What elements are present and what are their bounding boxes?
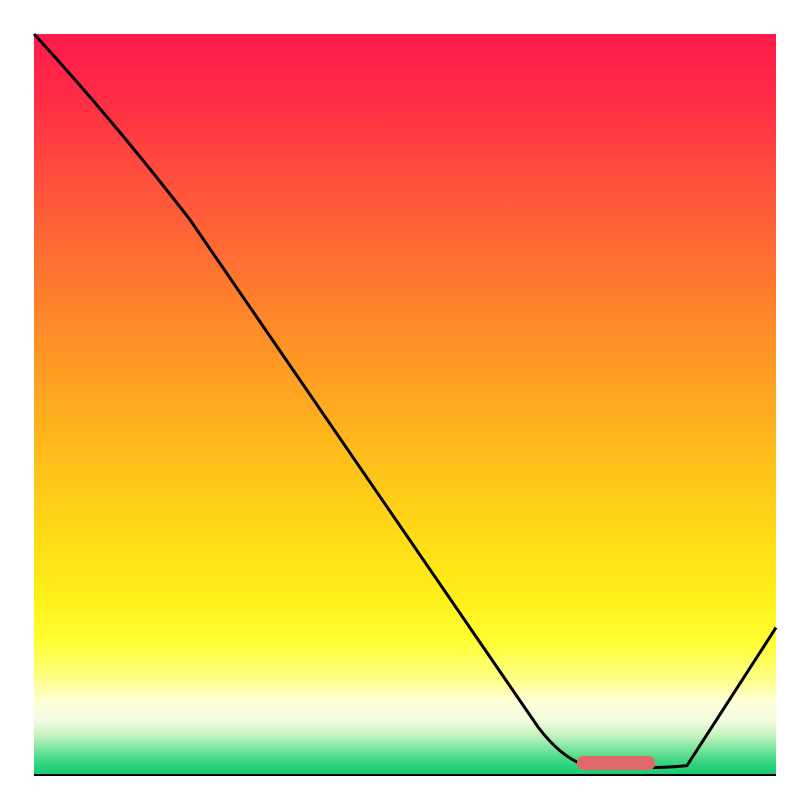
plot-frame [776, 0, 800, 800]
plot-frame [0, 0, 34, 800]
plot-frame [0, 0, 800, 34]
plot-background [34, 34, 776, 776]
chart-canvas [0, 0, 800, 800]
chart-root: TheBottleneck.com [0, 0, 800, 800]
optimal-marker [577, 756, 655, 770]
plot-bottom-border [34, 774, 776, 776]
plot-frame [0, 776, 800, 800]
